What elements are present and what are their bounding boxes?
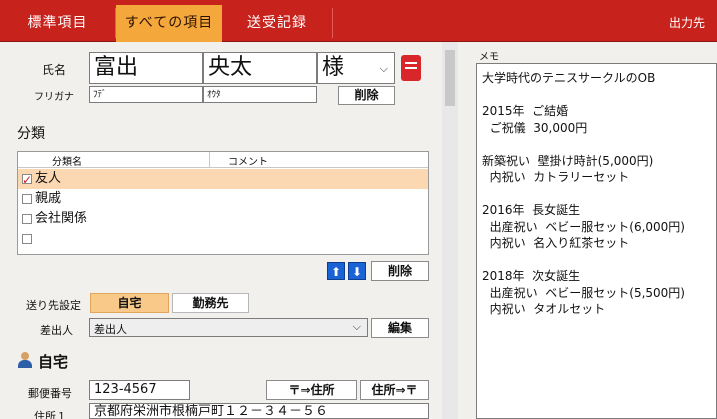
classification-title: 分類 xyxy=(17,126,45,142)
list-item[interactable]: 会社関係 xyxy=(18,209,428,229)
up-arrow-icon[interactable]: ⬆ xyxy=(327,262,345,280)
tab-all-items[interactable]: すべての項目 xyxy=(116,5,222,42)
tab-send-receive[interactable]: 送受記録 xyxy=(222,5,332,42)
furigana-last-field[interactable]: ﾌﾃﾞ xyxy=(89,86,203,103)
classification-delete-button[interactable]: 削除 xyxy=(371,261,429,281)
chevron-down-icon: ⌵ xyxy=(379,62,388,75)
checkbox[interactable] xyxy=(22,194,32,204)
memo-textarea[interactable]: 大学時代のテニスサークルのOB 2015年 ご結婚 ご祝儀 30,000円 新築… xyxy=(476,63,717,419)
output-destination-button[interactable]: 出力先 xyxy=(669,5,705,42)
address-book-icon[interactable] xyxy=(401,55,421,81)
tab-separator xyxy=(332,8,333,38)
name-label: 氏名 xyxy=(42,63,67,77)
column-header-name: 分類名 xyxy=(52,157,82,168)
checkbox[interactable] xyxy=(22,214,32,224)
column-header-comment: コメント xyxy=(228,157,268,168)
memo-label: メモ xyxy=(479,52,499,63)
scrollbar[interactable] xyxy=(442,42,458,419)
checkbox[interactable] xyxy=(22,170,32,190)
postal-code-label: 郵便番号 xyxy=(28,387,72,400)
classification-list[interactable]: 分類名 コメント 友人 親戚 会社関係 xyxy=(17,151,429,255)
list-header: 分類名 コメント xyxy=(18,152,428,168)
first-name-field[interactable]: 央太 xyxy=(203,52,317,84)
postal-code-field[interactable]: 123-4567 xyxy=(89,380,190,400)
last-name-field[interactable]: 富出 xyxy=(89,52,203,84)
furigana-label: フリガナ xyxy=(34,92,74,103)
sender-label: 差出人 xyxy=(40,324,73,337)
home-title: 自宅 xyxy=(38,353,69,371)
person-icon xyxy=(17,352,33,368)
furigana-first-field[interactable]: ｵｳﾀ xyxy=(203,86,317,103)
list-item[interactable]: 友人 xyxy=(18,169,428,190)
down-arrow-icon[interactable]: ⬇ xyxy=(348,262,366,280)
list-item[interactable]: 親戚 xyxy=(18,189,428,209)
list-item[interactable] xyxy=(18,229,428,249)
checkbox[interactable] xyxy=(22,234,32,244)
home-toggle-button[interactable]: 自宅 xyxy=(90,293,169,313)
address1-field[interactable]: 京都府栄洲市根楠戸町１２－３４－５６ xyxy=(89,403,429,419)
work-toggle-button[interactable]: 勤務先 xyxy=(172,293,249,313)
postal-to-address-button[interactable]: 〒⇒住所 xyxy=(266,380,357,400)
address-to-postal-button[interactable]: 住所⇒〒 xyxy=(360,380,429,400)
honorific-select[interactable]: 様 ⌵ xyxy=(317,52,395,84)
address1-label: 住所１ xyxy=(34,410,67,419)
sending-setting-label: 送り先設定 xyxy=(26,299,81,312)
list-item-label: 親戚 xyxy=(35,191,62,206)
name-delete-button[interactable]: 削除 xyxy=(338,86,395,105)
scrollbar-thumb[interactable] xyxy=(445,50,455,106)
list-item-label: 友人 xyxy=(35,171,62,186)
list-item-label: 会社関係 xyxy=(35,211,88,226)
column-divider xyxy=(209,152,210,167)
tab-standard[interactable]: 標準項目 xyxy=(0,5,115,42)
sender-edit-button[interactable]: 編集 xyxy=(371,318,429,338)
sender-value: 差出人 xyxy=(94,323,127,336)
tab-bar: 標準項目 すべての項目 送受記録 出力先 xyxy=(0,0,717,42)
sender-select[interactable]: 差出人 ⌵ xyxy=(89,318,368,337)
chevron-down-icon: ⌵ xyxy=(352,320,361,333)
honorific-value: 様 xyxy=(322,55,345,80)
